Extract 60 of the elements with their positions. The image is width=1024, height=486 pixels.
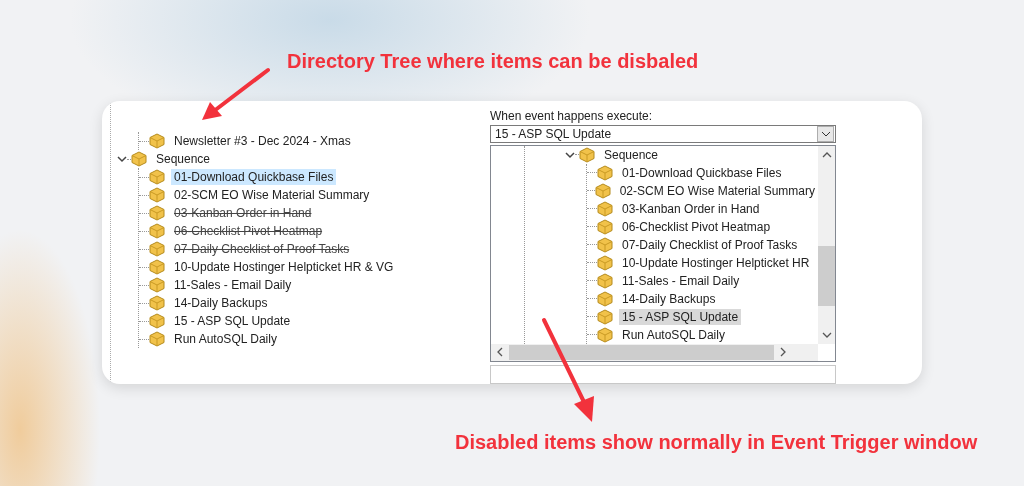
box-icon (597, 236, 613, 253)
scroll-left-icon[interactable] (497, 347, 503, 358)
box-icon (149, 241, 165, 257)
tree-item[interactable]: Run AutoSQL Daily (619, 326, 728, 343)
box-icon (149, 259, 165, 275)
box-icon (149, 295, 165, 311)
box-icon (597, 326, 613, 343)
box-icon (597, 308, 613, 325)
box-icon (597, 254, 613, 271)
tree-item[interactable]: Newsletter #3 - Dec 2024 - Xmas (171, 133, 354, 149)
tree-item[interactable]: Sequence (601, 146, 662, 163)
tree-item[interactable]: 10-Update Hostinger Helpticket HR (619, 254, 813, 271)
box-icon (579, 146, 595, 163)
box-icon (597, 218, 613, 235)
tree-item[interactable]: 14-Daily Backups (171, 295, 271, 311)
box-icon (149, 223, 165, 239)
tree-item[interactable]: Run AutoSQL Daily (171, 331, 280, 347)
box-icon (594, 182, 611, 199)
callout-text: Directory Tree where items can be disbaled (287, 50, 699, 72)
text-field[interactable] (490, 364, 836, 384)
chevron-down-icon[interactable] (117, 155, 127, 163)
tree-item[interactable]: Sequence (153, 151, 214, 167)
scroll-right-icon[interactable] (780, 347, 786, 358)
tree-item[interactable]: 11-Sales - Email Daily (619, 272, 743, 289)
scroll-up-icon[interactable] (821, 151, 832, 158)
tree-item[interactable]: 02-SCM EO Wise Material Summary (171, 187, 373, 203)
callout-text: Disabled items show normally in Event Trigger window (455, 431, 978, 453)
box-icon (149, 313, 165, 329)
box-icon (597, 272, 613, 289)
tree-item[interactable]: 03-Kanban Order in Hand (619, 200, 763, 217)
tree-item[interactable]: 06-Checklist Pivot Heatmap (619, 218, 774, 235)
tree-item[interactable]: 15 - ASP SQL Update (171, 313, 294, 329)
box-icon (149, 169, 165, 185)
tree-item[interactable]: 01-Download Quickbase Files (619, 164, 785, 181)
scrollbar-thumb[interactable] (818, 245, 835, 306)
box-icon (149, 331, 165, 347)
scroll-down-icon[interactable] (821, 331, 832, 338)
box-icon (149, 187, 165, 203)
tree-item[interactable]: 14-Daily Backups (619, 290, 719, 307)
box-icon (149, 205, 165, 221)
box-icon (149, 277, 165, 293)
scrollbar-thumb[interactable] (509, 344, 774, 360)
dropdown[interactable]: 15 - ASP SQL Update (490, 124, 836, 143)
chevron-down-icon[interactable] (565, 150, 575, 159)
tree-item[interactable]: 07-Daily Checklist of Proof Tasks (619, 236, 801, 253)
box-icon (597, 164, 613, 181)
box-icon (131, 151, 147, 167)
chevron-down-icon (820, 130, 831, 137)
dropdown-button[interactable] (817, 125, 834, 142)
box-icon (149, 133, 165, 149)
field-label: When event happens execute: (490, 109, 654, 125)
horizontal-scrollbar[interactable] (491, 343, 818, 361)
tree-item[interactable]: 11-Sales - Email Daily (171, 277, 295, 293)
box-icon (597, 290, 613, 307)
tree-item[interactable]: 10-Update Hostinger Helpticket HR & VG (171, 259, 397, 275)
box-icon (597, 200, 613, 217)
vertical-scrollbar[interactable] (818, 145, 835, 344)
tree-item[interactable]: 15 - ASP SQL Update (619, 308, 742, 325)
tree-item[interactable]: 02-SCM EO Wise Material Summary (616, 182, 818, 199)
tree-item[interactable]: 01-Download Quickbase Files (171, 169, 337, 185)
